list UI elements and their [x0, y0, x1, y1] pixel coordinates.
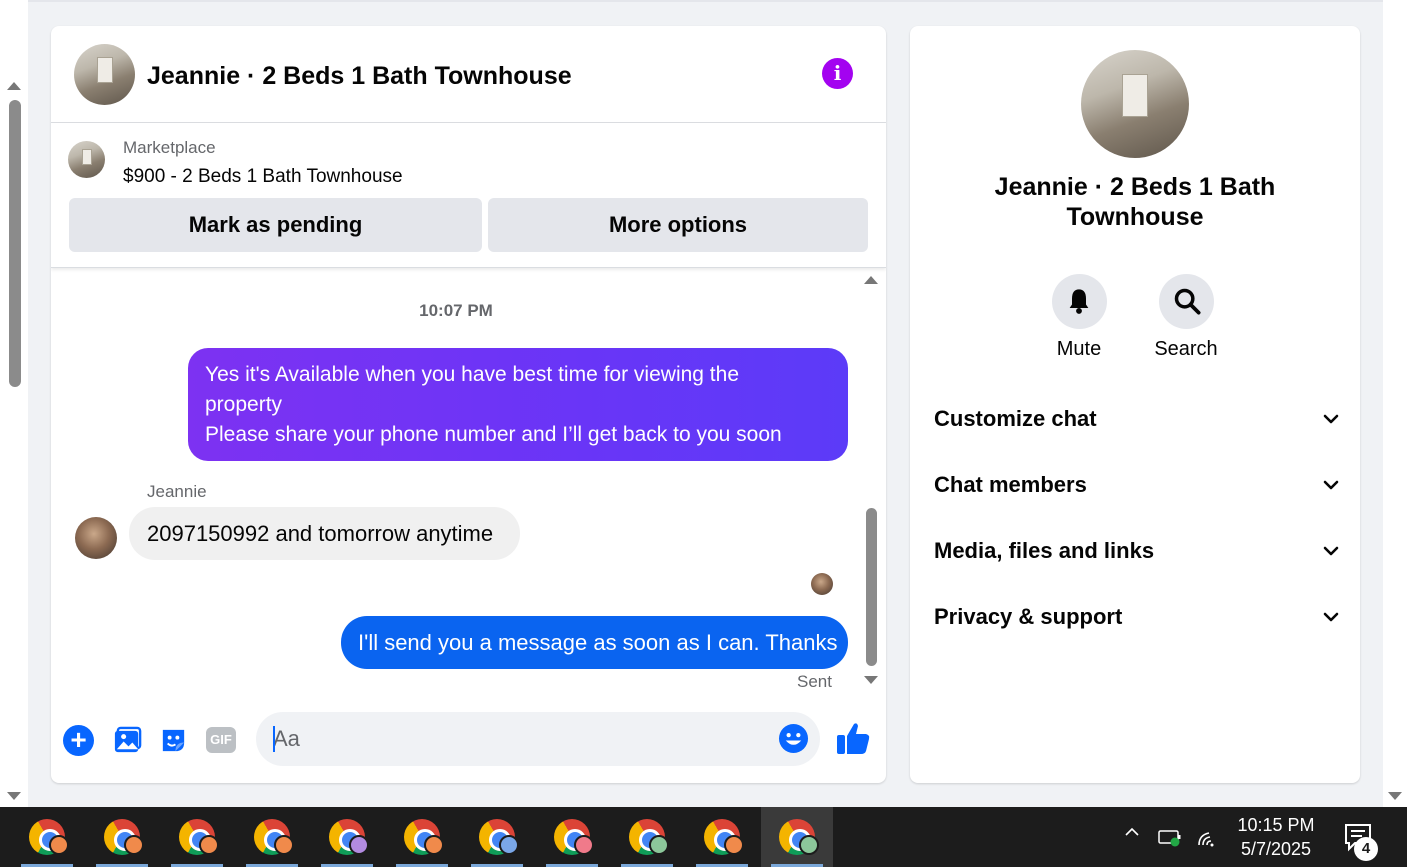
taskbar-chrome-window[interactable]	[536, 807, 608, 867]
chevron-down-icon	[1323, 546, 1339, 556]
mute-label: Mute	[1056, 338, 1102, 360]
chat-members-section[interactable]: Chat members	[934, 463, 1340, 507]
message-scrollbar-thumb[interactable]	[866, 508, 877, 666]
message-input[interactable]	[273, 712, 753, 766]
message-status: Sent	[797, 672, 832, 691]
system-clock[interactable]: 10:15 PM 5/7/2025	[1228, 813, 1324, 861]
info-panel-title: Jeannie · 2 Beds 1 Bath Townhouse	[994, 173, 1276, 231]
scroll-down-arrow-icon[interactable]	[1388, 792, 1402, 800]
page-scrollbar[interactable]	[0, 0, 28, 807]
right-page-scrollbar[interactable]	[1383, 0, 1407, 807]
chat-title[interactable]: Jeannie · 2 Beds 1 Bath Townhouse	[147, 62, 572, 91]
mute-button-circle[interactable]	[1051, 274, 1107, 329]
incoming-message[interactable]: 2097150992 and tomorrow anytime	[129, 507, 520, 560]
scroll-down-arrow-icon[interactable]	[7, 792, 21, 800]
seen-indicator-avatar	[811, 573, 833, 595]
chevron-down-icon	[1323, 612, 1339, 622]
notification-count-badge: 4	[1354, 837, 1378, 861]
mute-button[interactable]: Mute	[1039, 274, 1119, 361]
profile-badge-icon	[574, 835, 594, 855]
media-files-links-section[interactable]: Media, files and links	[934, 529, 1340, 573]
wifi-icon[interactable]	[1196, 825, 1220, 847]
section-label: Privacy & support	[934, 604, 1123, 629]
sender-avatar[interactable]	[75, 517, 117, 559]
search-label: Search	[1154, 338, 1218, 360]
conversation-info-panel: Jeannie · 2 Beds 1 Bath Townhouse Mute S…	[910, 26, 1360, 783]
message-composer: + GIF	[51, 696, 886, 783]
taskbar-chrome-window[interactable]	[461, 807, 533, 867]
listing-avatar[interactable]	[74, 44, 135, 105]
taskbar-chrome-window[interactable]	[236, 807, 308, 867]
taskbar-chrome-window[interactable]	[86, 807, 158, 867]
listing-thumbnail[interactable]	[68, 141, 105, 178]
message-list[interactable]: 10:07 PM Yes it's Available when you hav…	[51, 268, 886, 696]
section-label: Media, files and links	[934, 538, 1155, 563]
more-options-button[interactable]: More options	[488, 198, 868, 252]
taskbar-chrome-window[interactable]	[161, 807, 233, 867]
taskbar-chrome-window[interactable]	[761, 807, 833, 867]
outgoing-message[interactable]: Yes it's Available when you have best ti…	[188, 348, 848, 461]
marketplace-listing-card: Marketplace $900 - 2 Beds 1 Bath Townhou…	[51, 123, 886, 268]
profile-badge-icon	[199, 835, 219, 855]
scroll-up-arrow-icon[interactable]	[864, 276, 878, 284]
search-icon	[1174, 288, 1201, 315]
taskbar-chrome-window[interactable]	[611, 807, 683, 867]
taskbar-chrome-window[interactable]	[311, 807, 383, 867]
sticker-icon[interactable]	[158, 725, 189, 756]
taskbar-chrome-window[interactable]	[686, 807, 758, 867]
chat-header: Jeannie · 2 Beds 1 Bath Townhouse i	[51, 26, 886, 123]
top-divider	[28, 0, 1383, 2]
message-input-container[interactable]	[256, 712, 820, 766]
chevron-down-icon	[1323, 480, 1339, 490]
bell-icon	[1069, 289, 1088, 314]
chevron-up-icon[interactable]	[1124, 824, 1140, 840]
outgoing-message[interactable]: I'll send you a message as soon as I can…	[341, 616, 848, 669]
clock-date: 5/7/2025	[1240, 839, 1312, 859]
mark-as-pending-button[interactable]: Mark as pending	[69, 198, 482, 252]
profile-badge-icon	[424, 835, 444, 855]
message-timestamp: 10:07 PM	[419, 301, 493, 320]
taskbar: 10:15 PM 5/7/2025 4	[0, 807, 1407, 867]
marketplace-label: Marketplace	[123, 138, 216, 157]
message-line: Yes it's Available when you have best ti…	[205, 363, 739, 386]
search-button-circle[interactable]	[1158, 274, 1214, 329]
customize-chat-section[interactable]: Customize chat	[934, 397, 1340, 441]
privacy-support-section[interactable]: Privacy & support	[934, 595, 1340, 639]
message-line: property	[205, 393, 283, 416]
chat-panel: Jeannie · 2 Beds 1 Bath Townhouse i Mark…	[51, 26, 886, 783]
section-label: Customize chat	[934, 406, 1097, 431]
scroll-down-arrow-icon[interactable]	[864, 676, 878, 684]
sender-name: Jeannie	[147, 482, 207, 501]
profile-badge-icon	[724, 835, 744, 855]
scroll-up-arrow-icon[interactable]	[7, 82, 21, 90]
profile-badge-icon	[124, 835, 144, 855]
taskbar-chrome-window[interactable]	[386, 807, 458, 867]
listing-avatar-large[interactable]	[1081, 50, 1189, 158]
plus-circle-icon[interactable]: +	[63, 725, 94, 756]
page-scrollbar-thumb[interactable]	[9, 100, 21, 387]
message-line: Please share your phone number and I’ll …	[205, 423, 782, 446]
search-button[interactable]: Search	[1146, 274, 1226, 361]
profile-badge-icon	[274, 835, 294, 855]
photo-icon[interactable]	[112, 725, 143, 756]
text-caret	[273, 726, 275, 752]
section-label: Chat members	[934, 472, 1087, 497]
message-scrollbar[interactable]	[863, 268, 879, 696]
profile-badge-icon	[799, 835, 819, 855]
clock-time: 10:15 PM	[1237, 815, 1315, 835]
profile-badge-icon	[649, 835, 669, 855]
info-icon[interactable]: i	[822, 58, 853, 89]
thumbs-up-icon[interactable]	[835, 720, 871, 756]
emoji-icon[interactable]	[778, 723, 809, 754]
listing-title[interactable]: $900 - 2 Beds 1 Bath Townhouse	[123, 166, 403, 188]
profile-badge-icon	[49, 835, 69, 855]
chevron-down-icon	[1323, 414, 1339, 424]
profile-badge-icon	[349, 835, 369, 855]
gif-icon[interactable]: GIF	[206, 727, 236, 753]
battery-icon[interactable]	[1158, 827, 1182, 847]
taskbar-chrome-window[interactable]	[11, 807, 83, 867]
profile-badge-icon	[499, 835, 519, 855]
